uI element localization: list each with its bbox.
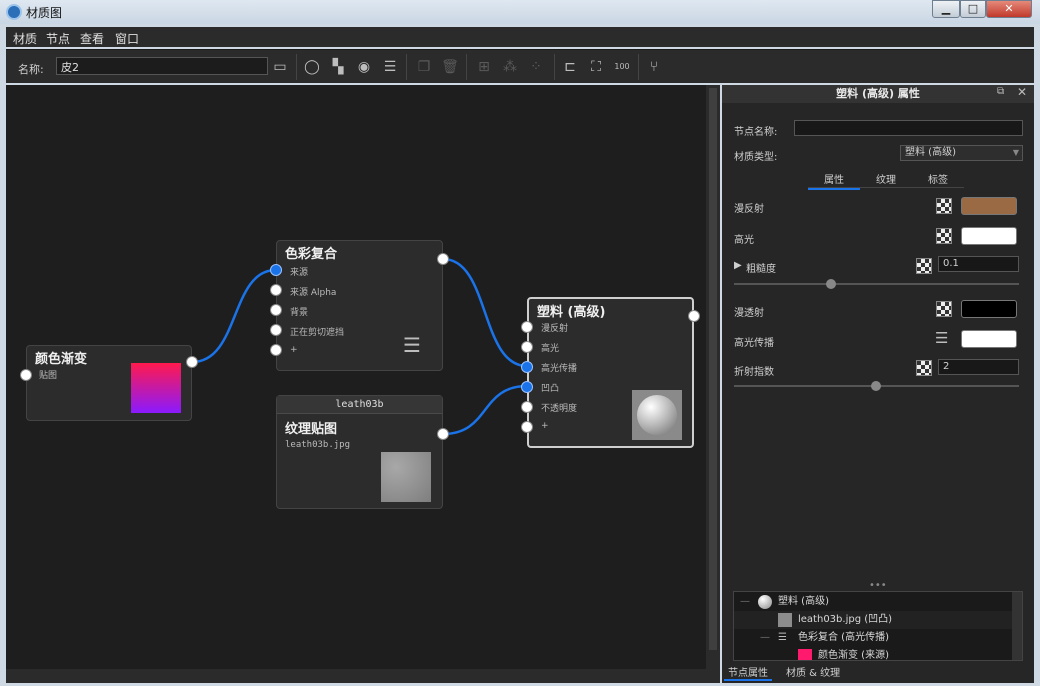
material-sphere-icon [758,595,772,609]
slot-label: + [541,421,549,431]
chevron-down-icon: ▼ [1012,148,1019,157]
input-port[interactable] [270,304,282,316]
texture-filename: leath03b.jpg [285,440,351,450]
output-port[interactable] [437,253,449,265]
input-port[interactable] [270,264,282,276]
slot-label: 正在剪切遮挡 [290,328,345,338]
node-color-composite[interactable]: 色彩复合 来源 来源 Alpha 背景 正在剪切遮挡 + ☰ [276,240,443,371]
node-plastic-advanced[interactable]: 塑料 (高级) 漫反射 高光 高光传播 凹凸 不透明度 + [527,297,694,448]
node-color-gradient[interactable]: 颜色渐变 贴图 [26,345,192,421]
diffuse-label: 漫反射 [734,204,764,215]
input-port[interactable] [521,361,533,373]
spec-spread-label: 高光传播 [734,338,774,349]
material-sphere [637,395,677,435]
output-port[interactable] [688,310,700,322]
slot-label: 不透明度 [541,404,578,414]
slot-label: + [290,345,298,355]
tab-node-properties[interactable]: 节点属性 [724,664,772,681]
input-port[interactable] [521,381,533,393]
specular-label: 高光 [734,235,754,246]
transmission-label: 漫透射 [734,308,764,319]
tree-row[interactable]: 颜色渐变 (来源) [734,647,1012,661]
texture-slot-icon[interactable] [916,360,932,376]
slot-label: 高光 [541,344,560,354]
wire-texture-to-plastic [442,384,528,436]
input-port[interactable] [270,284,282,296]
gradient-preview [131,363,181,413]
node-title: 塑料 (高级) [537,305,606,320]
slot-label: 凹凸 [541,384,560,394]
texture-icon [778,613,792,627]
input-port[interactable] [521,321,533,333]
tree-label: 色彩复合 (高光传播) [798,632,889,643]
material-preview [632,390,682,440]
close-panel-icon[interactable]: ✕ [1017,85,1027,99]
slot-label: 来源 [290,268,309,278]
slot-label: 背景 [290,308,309,318]
material-type-select[interactable]: 塑料 (高级) ▼ [900,145,1023,161]
texture-slot-icon[interactable] [936,228,952,244]
tab-material-texture[interactable]: 材质 & 纹理 [786,664,840,679]
input-port[interactable] [270,324,282,336]
tree-label: leath03b.jpg (凹凸) [798,614,893,625]
tree-label: 颜色渐变 (来源) [818,650,889,661]
texture-slot-icon[interactable] [936,301,952,317]
node-title: 色彩复合 [285,247,338,262]
slot-label: 来源 Alpha [290,288,337,298]
input-port[interactable] [521,341,533,353]
tree-row[interactable]: leath03b.jpg (凹凸) [734,611,1012,629]
node-title: 纹理贴图 [285,422,338,437]
input-port[interactable] [270,344,282,356]
material-type-label: 材质类型: [734,152,778,163]
texture-thumbnail [381,452,431,502]
sliders-icon: ☰ [403,333,421,357]
ior-slider-knob[interactable] [871,381,881,391]
roughness-input[interactable]: 0.1 [938,256,1019,272]
tree-label: 塑料 (高级) [778,596,829,607]
node-header: leath03b [277,396,442,414]
tab-tags[interactable]: 标签 [912,171,964,186]
wire-gradient-to-composite [191,268,277,364]
tab-underline [808,187,964,188]
tree-row[interactable]: — ☰ 色彩复合 (高光传播) [734,629,1012,647]
splitter-handle[interactable]: ••• [869,580,887,591]
tree-scrollbar[interactable] [1012,592,1022,660]
spec-spread-color-swatch[interactable] [961,330,1017,348]
input-port[interactable] [521,401,533,413]
node-title: 颜色渐变 [35,352,88,367]
tree-row[interactable]: — 塑料 (高级) [734,593,1012,611]
node-tree[interactable]: — 塑料 (高级) leath03b.jpg (凹凸) — ☰ 色彩复合 (高光… [733,591,1023,661]
collapse-icon[interactable]: — [740,593,750,611]
float-panel-icon[interactable]: ⧉ [997,86,1004,97]
collapse-icon[interactable]: — [760,629,770,647]
node-name-input[interactable] [794,120,1023,136]
node-texture-map[interactable]: leath03b 纹理贴图 leath03b.jpg [276,395,443,509]
roughness-slider-knob[interactable] [826,279,836,289]
texture-slot-icon[interactable] [936,198,952,214]
tab-texture[interactable]: 纹理 [860,171,912,186]
slot-label: 贴图 [39,371,58,381]
input-port[interactable] [521,421,533,433]
diffuse-color-swatch[interactable] [961,197,1017,215]
transmission-color-swatch[interactable] [961,300,1017,318]
input-port[interactable] [20,369,32,381]
material-type-value: 塑料 (高级) [905,147,956,158]
sliders-icon[interactable]: ☰ [935,329,948,347]
slot-label: 高光传播 [541,364,578,374]
sliders-icon: ☰ [778,632,787,643]
node-name-label: 节点名称: [734,127,778,138]
output-port[interactable] [186,356,198,368]
specular-color-swatch[interactable] [961,227,1017,245]
roughness-slider[interactable] [734,283,1019,285]
roughness-label: 粗糙度 [746,264,776,275]
roughness-expand-icon[interactable]: ▶ [734,260,742,271]
panel-title: 塑料 (高级) 属性 [722,85,1034,103]
wire-composite-to-plastic [442,257,528,368]
ior-label: 折射指数 [734,367,774,378]
slot-label: 漫反射 [541,324,569,334]
gradient-icon [798,649,812,660]
ior-input[interactable]: 2 [938,359,1019,375]
output-port[interactable] [437,428,449,440]
texture-slot-icon[interactable] [916,258,932,274]
